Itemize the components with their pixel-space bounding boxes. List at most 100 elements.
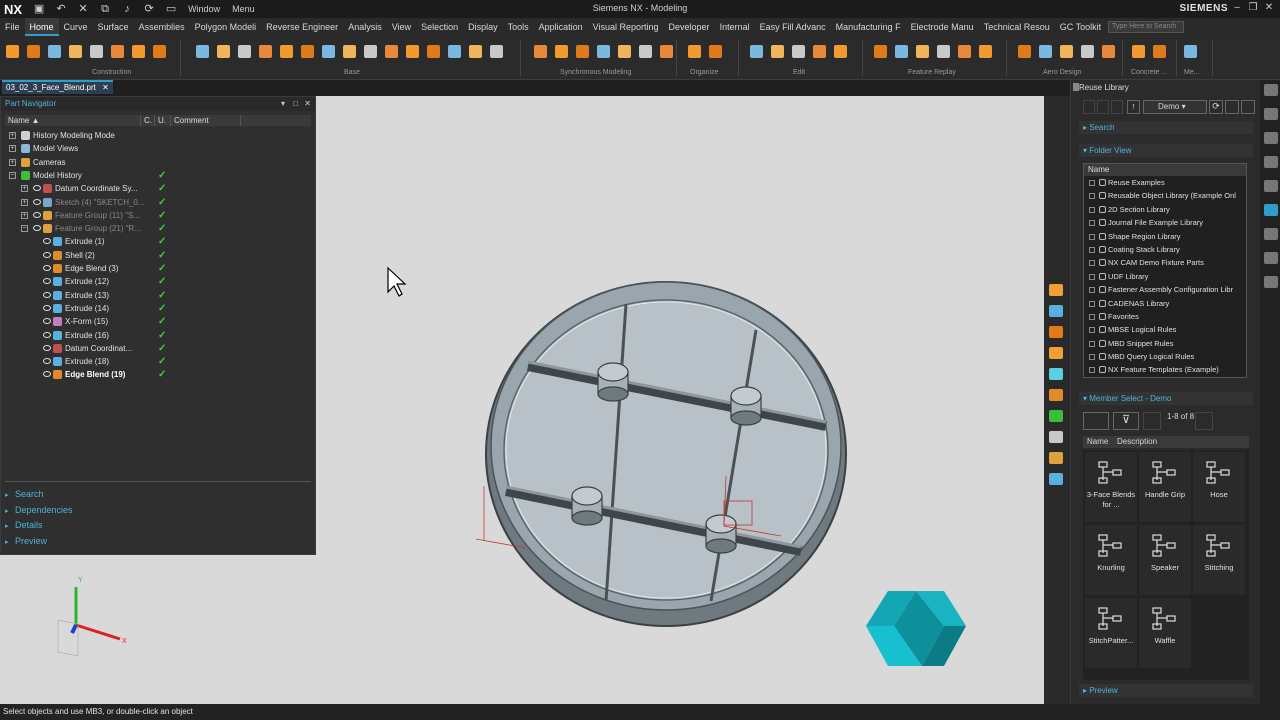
resource-bar-icon[interactable]	[1049, 410, 1063, 422]
folder-item[interactable]: MBSE Logical Rules	[1084, 323, 1246, 336]
member-tile[interactable]: StitchPatter...	[1085, 598, 1137, 668]
up-folder-icon[interactable]: ↑	[1127, 100, 1140, 114]
ribbon-tool-icon[interactable]	[618, 45, 631, 58]
menu-file[interactable]: File	[0, 18, 25, 36]
expand-icon[interactable]	[1089, 180, 1095, 186]
expand-icon[interactable]: +	[9, 158, 16, 166]
ribbon-tool-icon[interactable]	[1018, 45, 1031, 58]
ribbon-tool-icon[interactable]	[639, 45, 652, 58]
visibility-icon[interactable]	[43, 371, 51, 378]
undo-icon[interactable]: ↶	[54, 3, 68, 15]
member-tile[interactable]: 3-Face Blends for ...	[1085, 452, 1137, 522]
ribbon-tool-icon[interactable]	[69, 45, 82, 58]
ribbon-tool-icon[interactable]	[153, 45, 166, 58]
ribbon-tool-icon[interactable]	[874, 45, 887, 58]
copy-icon[interactable]: ⧉	[98, 3, 112, 15]
tree-row[interactable]: − Model History ✓	[5, 169, 311, 182]
ribbon-tool-icon[interactable]	[555, 45, 568, 58]
navigator-section-preview[interactable]: ▸ Preview	[5, 534, 47, 548]
expand-icon[interactable]: +	[21, 185, 28, 193]
ribbon-tool-icon[interactable]	[27, 45, 40, 58]
side-tab-icon[interactable]	[1264, 156, 1278, 168]
library-dropdown[interactable]: Demo ▾	[1143, 100, 1207, 114]
ribbon-tool-icon[interactable]	[132, 45, 145, 58]
resource-bar-icon[interactable]	[1049, 326, 1063, 338]
visibility-icon[interactable]	[33, 225, 41, 232]
folder-item[interactable]: NX CAM Demo Fixture Parts	[1084, 256, 1246, 269]
menu-gc-toolkit[interactable]: GC Toolkit	[1055, 18, 1106, 36]
tree-row[interactable]: Extrude (16) ✓	[5, 329, 311, 342]
ribbon-tool-icon[interactable]	[364, 45, 377, 58]
ribbon-tool-icon[interactable]	[406, 45, 419, 58]
folder-item[interactable]: MBD Query Logical Rules	[1084, 350, 1246, 363]
menu-electrode-manu[interactable]: Electrode Manu	[906, 18, 979, 36]
ribbon-tool-icon[interactable]	[48, 45, 61, 58]
menu-menu[interactable]: Menu	[232, 4, 255, 14]
clear-filter-icon[interactable]	[1143, 412, 1161, 430]
tree-row[interactable]: + Feature Group (11) "S... ✓	[5, 209, 311, 222]
column-u[interactable]: U.	[155, 115, 171, 126]
ribbon-tool-icon[interactable]	[469, 45, 482, 58]
member-tile[interactable]: Speaker	[1139, 525, 1191, 595]
expand-icon[interactable]	[1089, 340, 1095, 347]
minimize-button[interactable]: –	[1230, 2, 1244, 14]
visibility-icon[interactable]	[43, 331, 51, 338]
folder-item[interactable]: Journal File Example Library	[1084, 216, 1246, 229]
menu-selection[interactable]: Selection	[416, 18, 463, 36]
folder-item[interactable]: NX Feature Templates (Example)	[1084, 363, 1246, 376]
navigator-section-dependencies[interactable]: ▸ Dependencies	[5, 503, 73, 517]
expand-icon[interactable]	[1089, 273, 1095, 280]
ribbon-tool-icon[interactable]	[1060, 45, 1073, 58]
member-tile[interactable]: Stitching	[1193, 525, 1245, 595]
menu-display[interactable]: Display	[463, 18, 503, 36]
tree-row[interactable]: X-Form (15) ✓	[5, 315, 311, 328]
ribbon-tool-icon[interactable]	[750, 45, 763, 58]
pin-icon[interactable]: ▾	[281, 97, 285, 111]
folder-view-section[interactable]: ▾ Folder View	[1079, 144, 1253, 157]
command-search-input[interactable]: Type Here to Search	[1108, 21, 1184, 33]
visibility-icon[interactable]	[43, 278, 51, 285]
resource-bar-icon[interactable]	[1049, 452, 1063, 464]
menu-application[interactable]: Application	[534, 18, 588, 36]
mic-icon[interactable]: ♪	[120, 3, 134, 15]
ribbon-tool-icon[interactable]	[792, 45, 805, 58]
ribbon-tool-icon[interactable]	[534, 45, 547, 58]
folder-item[interactable]: Reuse Examples	[1084, 176, 1246, 189]
tree-row[interactable]: − Feature Group (21) "R... ✓	[5, 222, 311, 235]
folder-item[interactable]: CADENAS Library	[1084, 297, 1246, 310]
ribbon-tool-icon[interactable]	[660, 45, 673, 58]
menu-manufacturing-f[interactable]: Manufacturing F	[831, 18, 906, 36]
tree-row[interactable]: Extrude (18) ✓	[5, 355, 311, 368]
ribbon-tool-icon[interactable]	[259, 45, 272, 58]
close-tab-icon[interactable]: ✕	[102, 83, 109, 92]
repeat-icon[interactable]: ⟳	[142, 3, 156, 15]
ribbon-tool-icon[interactable]	[688, 45, 701, 58]
menu-surface[interactable]: Surface	[93, 18, 134, 36]
window-icon[interactable]: ▭	[164, 3, 178, 15]
forward-icon[interactable]	[1097, 100, 1109, 114]
visibility-icon[interactable]	[33, 185, 41, 192]
folder-item[interactable]: Shape Region Library	[1084, 230, 1246, 243]
menu-technical-resou[interactable]: Technical Resou	[979, 18, 1055, 36]
tree-row[interactable]: Shell (2) ✓	[5, 249, 311, 262]
nav-icon[interactable]	[1111, 100, 1123, 114]
folder-item[interactable]: Fastener Assembly Configuration Libr	[1084, 283, 1246, 296]
member-select-section[interactable]: ▾ Member Select - Demo	[1079, 392, 1253, 405]
member-nav-icon[interactable]	[1195, 412, 1213, 430]
ribbon-tool-icon[interactable]	[448, 45, 461, 58]
tree-row[interactable]: Extrude (14) ✓	[5, 302, 311, 315]
close-x-icon[interactable]: ✕	[76, 3, 90, 15]
navigator-section-search[interactable]: ▸ Search	[5, 487, 44, 501]
member-tile[interactable]: Hose	[1193, 452, 1245, 522]
tree-row[interactable]: Extrude (12) ✓	[5, 275, 311, 288]
ribbon-tool-icon[interactable]	[1102, 45, 1115, 58]
delete-icon[interactable]	[1241, 100, 1255, 114]
float-icon[interactable]: □	[293, 97, 298, 111]
folder-item[interactable]: Reusable Object Library (Example Onl	[1084, 189, 1246, 202]
visibility-icon[interactable]	[43, 291, 51, 298]
ribbon-tool-icon[interactable]	[322, 45, 335, 58]
tree-row[interactable]: + History Modeling Mode	[5, 129, 311, 142]
side-tab-icon[interactable]	[1264, 84, 1278, 96]
ribbon-tool-icon[interactable]	[576, 45, 589, 58]
member-col-description[interactable]: Description	[1117, 436, 1157, 448]
